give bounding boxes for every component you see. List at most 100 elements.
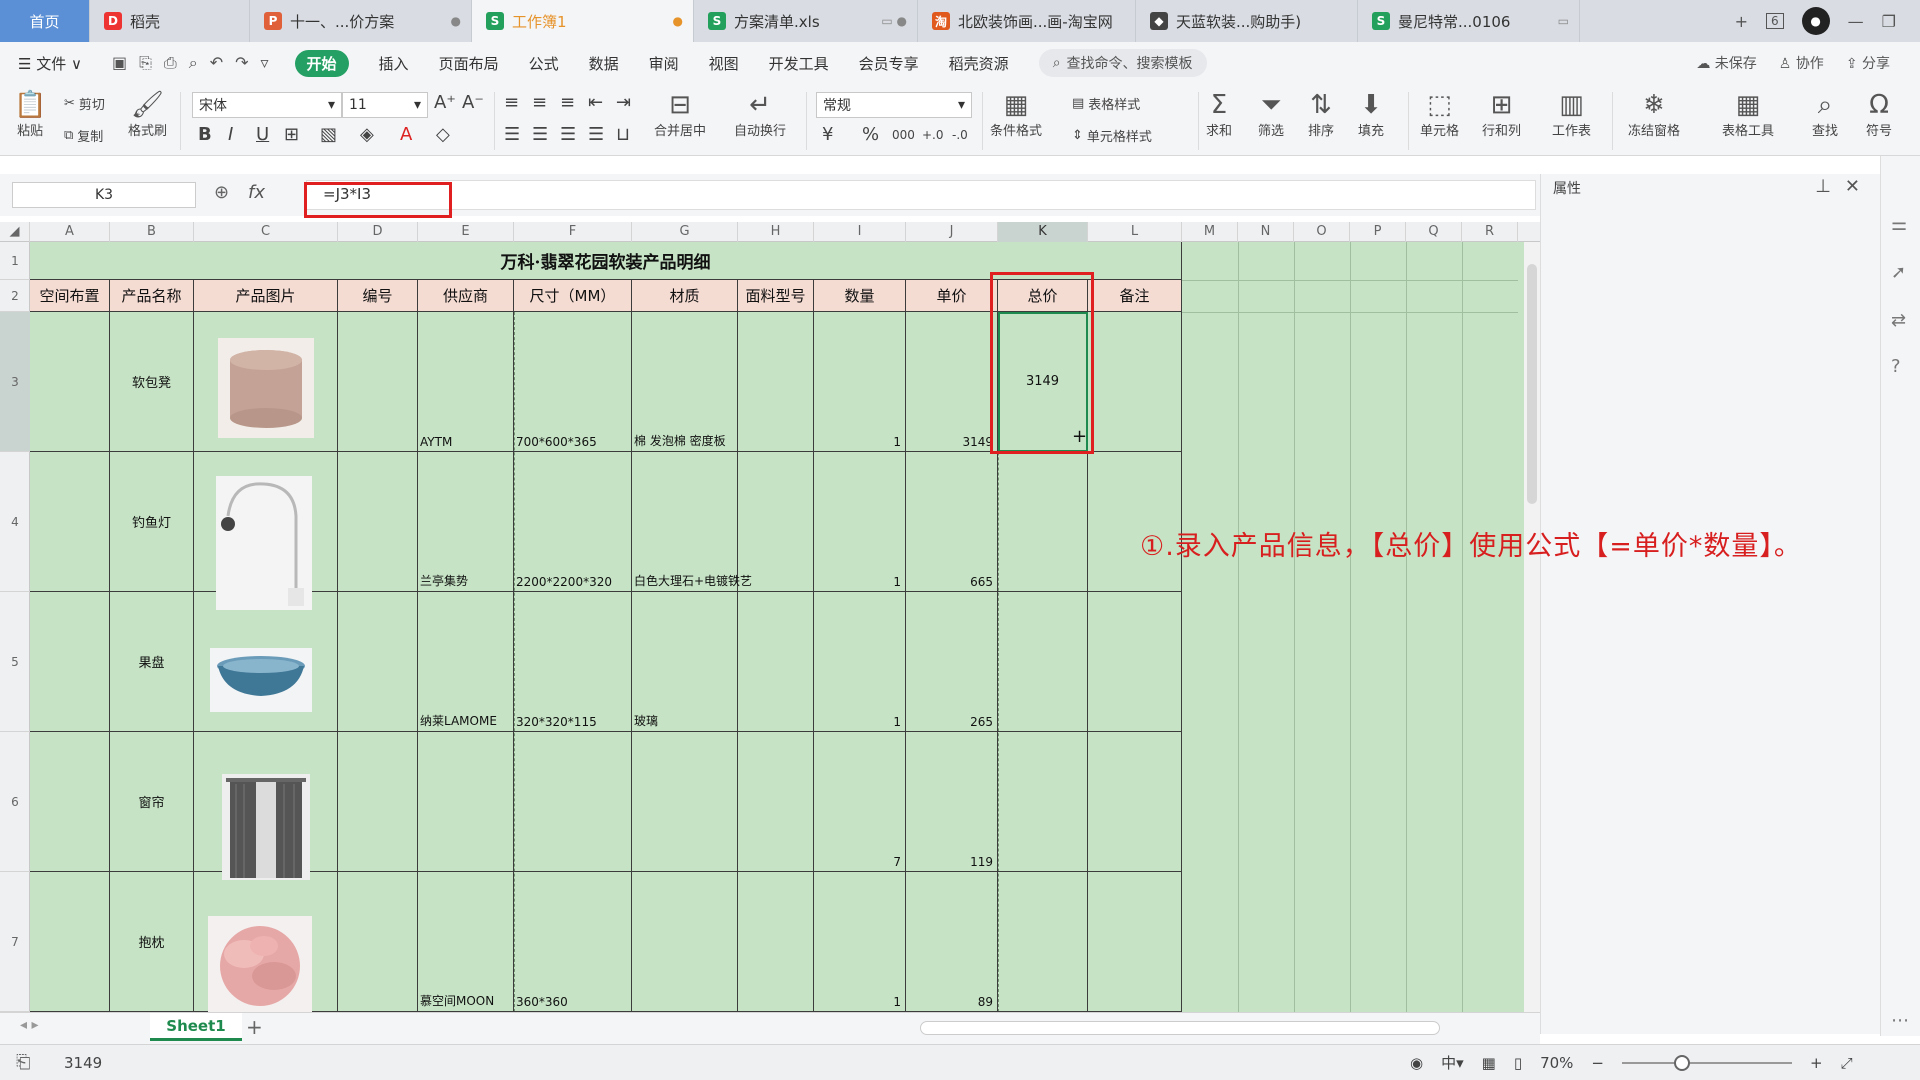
header-total[interactable]: 总价 (998, 280, 1088, 312)
cell-code[interactable] (338, 592, 418, 732)
menu-developer[interactable]: 开发工具 (769, 53, 829, 74)
thousands-icon[interactable]: 000 (892, 128, 915, 142)
currency-icon[interactable]: ¥ (822, 124, 833, 145)
clear-format-icon[interactable]: ◇ (436, 124, 450, 145)
header-product-name[interactable]: 产品名称 (110, 280, 194, 312)
zoom-in-icon[interactable]: + (1810, 1054, 1823, 1072)
tab-tianlan[interactable]: ◆ 天蓝软装...购助手) (1136, 0, 1358, 42)
cell-fabric[interactable] (738, 312, 814, 452)
merge-center-button[interactable]: ⊟ 合并居中 (654, 90, 706, 139)
undo-icon[interactable]: ↶ (210, 53, 223, 73)
fx-icon[interactable]: fx (248, 182, 265, 203)
fullscreen-icon[interactable]: ⤢ (1841, 1054, 1853, 1072)
increase-font-icon[interactable]: A⁺ (434, 92, 456, 113)
cell-size[interactable]: 2200*2200*320 (514, 452, 632, 592)
fill-handle-cursor-icon[interactable]: + (1072, 426, 1087, 447)
table-tools-button[interactable]: ▦ 表格工具 (1722, 90, 1774, 139)
cell-remarks[interactable] (1088, 312, 1182, 452)
underline-icon[interactable]: U (256, 124, 269, 145)
cell-quantity[interactable]: 1 (814, 592, 906, 732)
cell-unit-price[interactable]: 265 (906, 592, 998, 732)
formula-input[interactable]: =J3*I3 (306, 180, 1536, 210)
filter-button[interactable]: ⏷ 筛选 (1258, 90, 1284, 139)
cell-unit-price[interactable]: 3149 (906, 312, 998, 452)
cell-remarks[interactable] (1088, 732, 1182, 872)
input-method-icon[interactable]: 中▾ (1441, 1052, 1464, 1073)
header-material[interactable]: 材质 (632, 280, 738, 312)
cell-size[interactable]: 320*320*115 (514, 592, 632, 732)
increase-indent-icon[interactable]: ⇥ (616, 92, 631, 113)
row-header[interactable]: 7 (0, 872, 30, 1012)
cell-product-name[interactable]: 窗帘 (110, 732, 194, 872)
cell-supplier[interactable]: 兰亭集势 (418, 452, 514, 592)
cell-supplier[interactable]: 慕空间MOON (418, 872, 514, 1012)
macro-icon[interactable]: ⎗ (16, 1052, 30, 1073)
cell-product-name[interactable]: 软包凳 (110, 312, 194, 452)
border-icon[interactable]: ⊞ (284, 124, 299, 145)
cell-unit-price[interactable]: 119 (906, 732, 998, 872)
row-col-button[interactable]: ⊞ 行和列 (1482, 90, 1521, 139)
column-header[interactable]: H (738, 222, 814, 242)
menu-review[interactable]: 审阅 (649, 53, 679, 74)
select-all-corner[interactable]: ◢ (0, 222, 30, 242)
more-icon[interactable]: ⋯ (1891, 1010, 1909, 1031)
sheet-tab-sheet1[interactable]: Sheet1 (150, 1013, 242, 1041)
sum-button[interactable]: Σ 求和 (1206, 90, 1232, 139)
format-painter-button[interactable]: 🖌 格式刷 (128, 90, 167, 139)
command-search[interactable]: ⌕ 查找命令、搜索模板 (1038, 49, 1207, 77)
avatar[interactable]: ● (1801, 7, 1830, 35)
header-size[interactable]: 尺寸（MM） (514, 280, 632, 312)
symbol-button[interactable]: Ω 符号 (1866, 90, 1892, 139)
column-header[interactable]: Q (1406, 222, 1462, 242)
print-preview-icon[interactable]: ⌕ (189, 53, 198, 73)
freeze-panes-button[interactable]: ❄ 冻结窗格 (1628, 90, 1680, 139)
header-unit-price[interactable]: 单价 (906, 280, 998, 312)
worksheet-button[interactable]: ▥ 工作表 (1552, 90, 1591, 139)
column-header[interactable]: E (418, 222, 514, 242)
copy-button[interactable]: ⧉ 复制 (64, 126, 103, 145)
spreadsheet-grid[interactable]: ◢ A B C D E F G H I J K L M N O P Q R 1 … (0, 222, 1540, 1012)
align-bottom-icon[interactable]: ≡ (560, 92, 575, 113)
cell-quantity[interactable]: 1 (814, 452, 906, 592)
cell-space[interactable] (30, 592, 110, 732)
pin-icon[interactable]: ⊥ (1815, 176, 1831, 197)
cell-unit-price[interactable]: 665 (906, 452, 998, 592)
paste-button[interactable]: 📋 粘贴 (14, 90, 46, 139)
redo-icon[interactable]: ↷ (235, 53, 248, 73)
column-header[interactable]: N (1238, 222, 1294, 242)
cell-fabric[interactable] (738, 592, 814, 732)
properties-title[interactable]: 属性 (1553, 178, 1581, 198)
align-right-icon[interactable]: ☰ (560, 124, 576, 145)
cell-supplier[interactable]: AYTM (418, 312, 514, 452)
menu-insert[interactable]: 插入 (379, 53, 409, 74)
cell-supplier[interactable]: 纳莱LAMOME (418, 592, 514, 732)
print-icon[interactable]: ⎙ (164, 53, 177, 73)
cell-unit-price[interactable]: 89 (906, 872, 998, 1012)
table-style-button[interactable]: ▤ 表格样式 (1072, 94, 1140, 113)
font-color-icon[interactable]: A (400, 124, 412, 145)
cell-fabric[interactable] (738, 452, 814, 592)
header-supplier[interactable]: 供应商 (418, 280, 514, 312)
menu-docer-resources[interactable]: 稻壳资源 (949, 53, 1009, 74)
save-icon[interactable]: ▣ (112, 53, 127, 73)
row-header[interactable]: 2 (0, 280, 30, 312)
align-top-icon[interactable]: ≡ (504, 92, 519, 113)
column-header[interactable]: B (110, 222, 194, 242)
normal-view-icon[interactable]: ▦ (1482, 1054, 1496, 1072)
justify-icon[interactable]: ☰ (588, 124, 604, 145)
cell-material[interactable] (632, 732, 738, 872)
cell-product-name[interactable]: 果盘 (110, 592, 194, 732)
decrease-decimal-icon[interactable]: -.0 (952, 128, 968, 142)
collab-button[interactable]: ♙ 协作 (1779, 53, 1824, 73)
cell-quantity[interactable]: 1 (814, 872, 906, 1012)
zoom-knob[interactable] (1674, 1054, 1690, 1071)
align-left-icon[interactable]: ☰ (504, 124, 520, 145)
menu-formulas[interactable]: 公式 (529, 53, 559, 74)
column-header[interactable]: O (1294, 222, 1350, 242)
zoom-level[interactable]: 70% (1540, 1054, 1573, 1072)
cell-code[interactable] (338, 312, 418, 452)
number-format-select[interactable]: 常规 ▾ (816, 92, 972, 118)
fill-button[interactable]: ⬇ 填充 (1358, 90, 1384, 139)
add-sheet-button[interactable]: + (246, 1015, 263, 1039)
cell-remarks[interactable] (1088, 592, 1182, 732)
